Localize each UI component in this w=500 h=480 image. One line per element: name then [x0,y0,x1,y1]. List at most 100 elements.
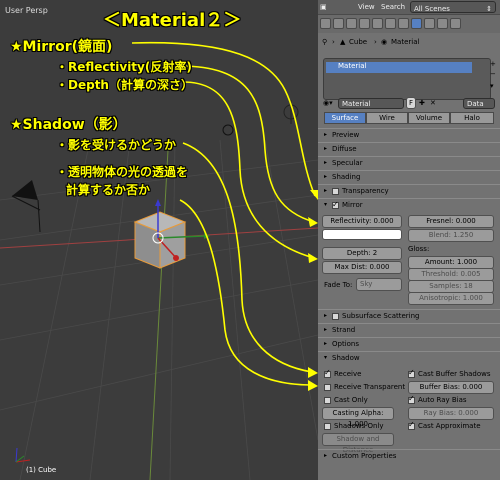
shadows-only-label: Shadows Only [334,422,384,430]
add-material-icon[interactable]: ✚ [419,99,425,107]
breadcrumb-material: Material [391,38,420,46]
expand-arrow-icon: ▸ [324,159,328,166]
object-icon[interactable] [359,18,370,29]
search-menu[interactable]: Search [381,3,405,11]
scene-icon[interactable] [333,18,344,29]
material-name-field[interactable]: Material [338,98,404,109]
expand-arrow-icon: ▸ [324,173,328,180]
context-tabs [318,15,500,33]
annotation-depth: ・Depth（計算の深さ） [56,78,193,92]
section-diffuse[interactable]: ▸ Diffuse [318,142,500,155]
section-options[interactable]: ▸ Options [318,337,500,350]
section-custom-properties[interactable]: ▸ Custom Properties [318,449,500,462]
particles-icon[interactable] [437,18,448,29]
cast-only-checkbox[interactable] [324,397,331,404]
material-browse-icon[interactable]: ◉▾ [323,99,333,107]
expand-arrow-icon: ▸ [324,131,328,138]
tab-surface[interactable]: Surface [324,112,366,124]
editor-type-icon[interactable]: ▣ [320,3,327,11]
unlink-icon[interactable]: ✕ [430,99,436,107]
auto-ray-bias-checkbox[interactable] [408,394,415,404]
shadow-distance-dropdown[interactable]: Shadow and Distance [322,433,394,454]
reflectivity-field[interactable]: Reflectivity: 0.000 [322,215,402,228]
material-slot-list[interactable]: Material [323,58,491,100]
material-ball-icon: ◉ [381,38,388,46]
3d-viewport[interactable]: User Persp (1) Cube ＜Material２＞ ★Mirror(… [0,0,318,480]
casting-alpha-field[interactable]: Casting Alpha: 1.000 [322,407,394,428]
link-data-dropdown[interactable]: Data [463,98,495,109]
data-icon[interactable] [398,18,409,29]
material-slot-item[interactable]: Material [326,62,472,73]
render-icon[interactable] [320,18,331,29]
modifiers-icon[interactable] [385,18,396,29]
add-slot-button[interactable]: + [490,60,496,68]
max-dist-field[interactable]: Max Dist: 0.000 [322,261,402,274]
cast-only-label: Cast Only [334,396,368,404]
scenes-dropdown[interactable]: All Scenes ⇕ [410,1,496,13]
cast-buffer-checkbox[interactable] [408,368,415,378]
annotation-shadow: ★Shadow（影） [10,117,127,133]
transparency-checkbox[interactable] [332,188,339,195]
section-subsurface[interactable]: ▸ Subsurface Scattering [318,309,500,322]
tab-halo[interactable]: Halo [450,112,494,124]
fade-to-label: Fade To: [324,281,353,289]
mirror-checkbox[interactable] [332,199,339,211]
texture-icon[interactable] [424,18,435,29]
camera-object [12,180,38,200]
receive-transparent-label: Receive Transparent [334,383,406,391]
depth-field[interactable]: Depth: 2 [322,247,402,260]
collapse-arrow-icon: ▾ [324,201,328,208]
buffer-bias-field[interactable]: Buffer Bias: 0.000 [408,381,494,394]
receive-checkbox[interactable] [324,368,331,378]
receive-transparent-checkbox[interactable] [324,384,331,391]
constraints-icon[interactable] [372,18,383,29]
annotation-title: ＜Material２＞ [103,10,242,31]
annotation-arrowheads [308,190,318,391]
section-specular[interactable]: ▸ Specular [318,156,500,169]
remove-slot-button[interactable]: − [490,70,496,78]
pin-icon[interactable]: ⚲ [322,38,327,46]
fresnel-field[interactable]: Fresnel: 0.000 [408,215,494,228]
tab-wire[interactable]: Wire [366,112,408,124]
section-transparency[interactable]: ▸ Transparency [318,184,500,197]
annotation-reflectivity: ・Reflectivity(反射率) [56,60,192,74]
blend-field[interactable]: Blend: 1.250 [408,229,494,242]
active-object-label: (1) Cube [26,466,57,474]
chevron-down-icon: ⇕ [486,5,492,13]
expand-arrow-icon: ▸ [324,340,328,347]
link-data-label: Data [467,100,484,108]
expand-arrow-icon: ▸ [324,312,328,319]
breadcrumb-cube: Cube [349,38,368,46]
receive-label: Receive [334,370,362,378]
lamp-object [222,124,234,136]
subsurface-checkbox[interactable] [332,313,339,320]
slot-menu-icon[interactable]: ▾ [490,82,494,90]
section-shading[interactable]: ▸ Shading [318,170,500,183]
expand-arrow-icon: ▸ [324,326,328,333]
annotation-transparent-1: ・透明物体の光の透過を [56,165,189,179]
anisotropic-field[interactable]: Anisotropic: 1.000 [408,292,494,305]
ray-bias-field[interactable]: Ray Bias: 0.000 [408,407,494,420]
fake-user-button[interactable]: F [406,97,416,109]
shadows-only-checkbox[interactable] [324,423,331,430]
panel-header: ▣ View Search All Scenes ⇕ [318,0,500,15]
tab-volume[interactable]: Volume [408,112,450,124]
annotation-receive: ・影を受けるかどうか [56,138,177,152]
expand-arrow-icon: ▸ [324,187,328,194]
section-shadow[interactable]: ▾ Shadow [318,351,500,364]
mirror-color-swatch[interactable] [322,229,402,240]
material-icon[interactable] [411,18,422,29]
world-icon[interactable] [346,18,357,29]
cast-approximate-checkbox[interactable] [408,420,415,430]
breadcrumb-separator-icon-2: › [374,38,377,46]
section-strand[interactable]: ▸ Strand [318,323,500,336]
viewport-label: User Persp [5,6,48,15]
expand-arrow-icon: ▸ [324,145,328,152]
section-mirror[interactable]: ▾Mirror [318,198,500,211]
section-preview[interactable]: ▸ Preview [318,128,500,141]
physics-icon[interactable] [450,18,461,29]
annotation-mirror: ★Mirror(鏡面) [10,39,113,55]
fade-to-dropdown[interactable]: Sky [356,278,402,291]
view-menu[interactable]: View [358,3,375,11]
mesh-icon: ▲ [340,38,346,46]
